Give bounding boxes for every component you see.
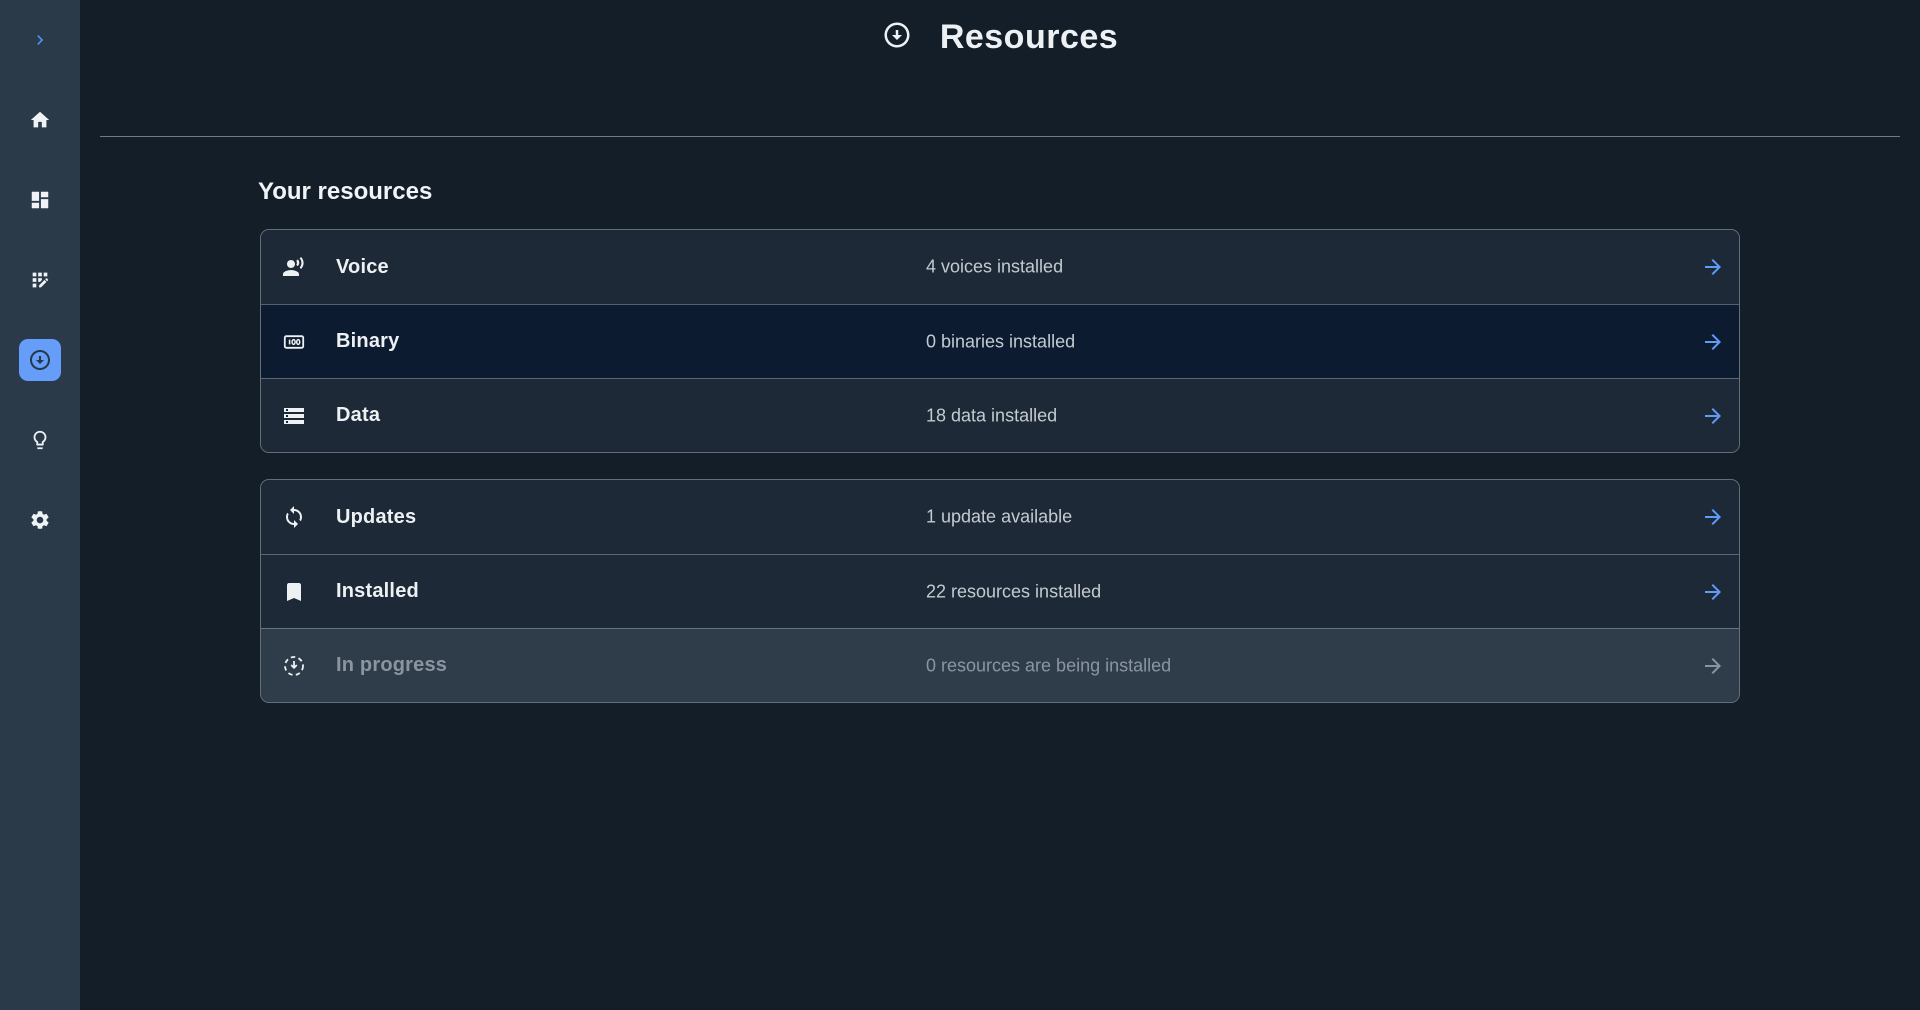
list-item-binary[interactable]: Binary 0 binaries installed [261,304,1739,378]
list-item-label: In progress [336,654,447,677]
sidebar-item-tips[interactable] [0,400,80,480]
list-item-status: 22 resources installed [926,581,1101,602]
dashboard-icon [29,189,51,211]
resources-list: Voice 4 voices installed Binary 0 binari… [260,229,1740,703]
data-icon [282,404,306,428]
list-item-updates[interactable]: Updates 1 update available [261,480,1739,554]
gear-icon [29,509,51,531]
list-item-status: 18 data installed [926,405,1057,426]
list-item-status: 0 resources are being installed [926,655,1171,676]
list-item-label: Installed [336,580,419,603]
bookmark-icon [282,580,306,604]
lightbulb-icon [29,429,51,451]
sidebar-item-settings[interactable] [0,480,80,560]
arrow-forward-icon [1701,404,1725,428]
downloading-icon [282,654,306,678]
download-circle-icon [28,348,52,372]
sidebar-item-dashboard[interactable] [0,160,80,240]
header-divider [100,136,1900,137]
sidebar-active-indicator [19,339,61,381]
arrow-forward-icon [1701,580,1725,604]
chevron-right-icon [30,30,50,50]
page-title: Resources [940,18,1118,57]
sidebar-item-editor[interactable] [0,240,80,320]
arrow-forward-icon [1701,505,1725,529]
sidebar [0,0,80,1010]
list-item-label: Binary [336,330,399,353]
arrow-forward-icon [1701,330,1725,354]
voice-icon [282,255,306,279]
download-circle-icon [882,20,912,55]
section-title: Your resources [258,178,432,206]
list-item-label: Voice [336,256,389,279]
list-item-label: Data [336,404,380,427]
sidebar-item-resources[interactable] [0,320,80,400]
sidebar-item-home[interactable] [0,80,80,160]
app-registration-icon [29,269,51,291]
arrow-forward-icon [1701,654,1725,678]
list-item-status: 0 binaries installed [926,331,1075,352]
list-item-label: Updates [336,506,416,529]
list-item-data[interactable]: Data 18 data installed [261,378,1739,452]
sidebar-toggle-button[interactable] [0,0,80,80]
list-item-status: 4 voices installed [926,257,1063,278]
arrow-forward-icon [1701,255,1725,279]
list-item-status: 1 update available [926,507,1072,528]
page-header: Resources [80,0,1920,137]
sync-icon [282,505,306,529]
list-item-voice[interactable]: Voice 4 voices installed [261,230,1739,304]
resource-card-group-1: Voice 4 voices installed Binary 0 binari… [260,229,1740,453]
binary-icon [282,330,306,354]
resource-card-group-2: Updates 1 update available Installed 22 … [260,479,1740,703]
list-item-in-progress[interactable]: In progress 0 resources are being instal… [261,628,1739,702]
home-icon [29,109,51,131]
list-item-installed[interactable]: Installed 22 resources installed [261,554,1739,628]
